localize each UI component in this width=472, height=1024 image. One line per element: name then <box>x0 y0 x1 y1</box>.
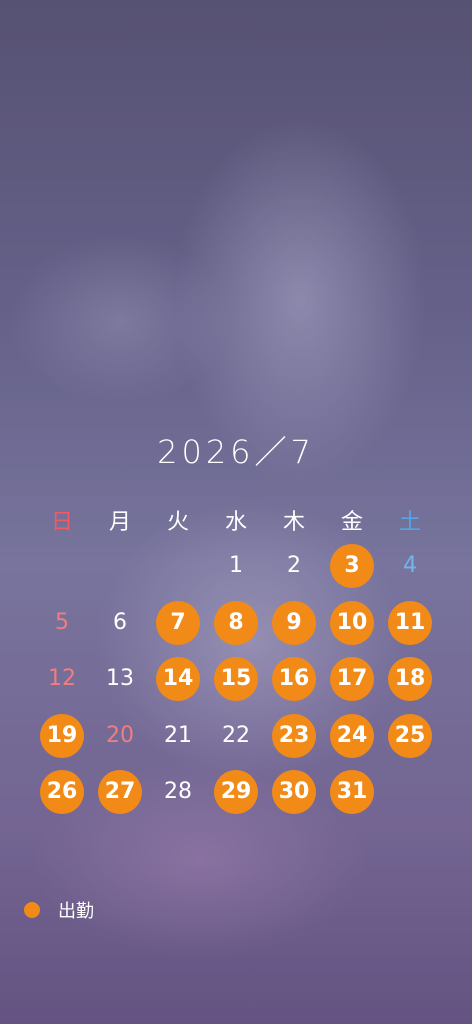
date-cell: 20 <box>91 708 149 765</box>
weekday-header: 日月火水木金土 <box>33 502 439 538</box>
week-row: 26 27 28 29 30 31 <box>33 764 439 821</box>
date-cell: 25 <box>381 708 439 765</box>
date-cell: 21 <box>149 708 207 765</box>
date-cell: 12 <box>33 651 91 708</box>
date-number: 12 <box>48 666 76 692</box>
work-day-marker: 31 <box>330 770 374 815</box>
work-day-marker: 10 <box>330 600 374 645</box>
weekday-cell: 金 <box>323 502 381 538</box>
work-day-marker: 15 <box>214 657 258 702</box>
weekday-label: 水 <box>224 510 247 535</box>
date-number: 20 <box>106 722 134 748</box>
weekday-label: 土 <box>398 510 421 535</box>
empty-cell <box>381 764 439 821</box>
date-cell: 31 <box>323 764 381 821</box>
date-cell: 10 <box>323 595 381 652</box>
date-cell: 30 <box>265 764 323 821</box>
date-number: 4 <box>403 553 417 579</box>
calendar-weeks: 1 2 3 4 5 6 7 8 9 10 11 12 13 14 15 16 17 18 19 20 21 22 23 24 2… <box>33 538 439 821</box>
date-cell: 29 <box>207 764 265 821</box>
work-day-marker: 29 <box>214 770 258 815</box>
weekday-label: 金 <box>340 510 363 535</box>
date-cell: 3 <box>323 538 381 595</box>
date-cell: 13 <box>91 651 149 708</box>
work-day-marker: 16 <box>272 657 316 702</box>
work-legend-dot <box>24 902 40 918</box>
work-day-marker: 7 <box>156 600 200 645</box>
date-cell: 5 <box>33 595 91 652</box>
weekday-label: 月 <box>108 510 131 535</box>
date-cell: 27 <box>91 764 149 821</box>
date-number: 13 <box>106 666 134 692</box>
work-day-marker: 24 <box>330 713 374 758</box>
weekday-label: 火 <box>166 510 189 535</box>
date-number: 1 <box>229 553 243 579</box>
date-cell: 4 <box>381 538 439 595</box>
work-legend-label: 出勤 <box>58 901 94 922</box>
date-cell: 1 <box>207 538 265 595</box>
date-number: 21 <box>164 722 192 748</box>
empty-cell <box>91 538 149 595</box>
weekday-cell: 木 <box>265 502 323 538</box>
work-day-marker: 3 <box>330 544 374 589</box>
week-row: 5 6 7 8 9 10 11 <box>33 595 439 652</box>
date-number: 22 <box>222 722 250 748</box>
weekday-cell: 土 <box>381 502 439 538</box>
date-cell: 22 <box>207 708 265 765</box>
date-cell: 11 <box>381 595 439 652</box>
work-day-marker: 30 <box>272 770 316 815</box>
work-day-marker: 18 <box>388 657 432 702</box>
date-number: 6 <box>113 609 127 635</box>
date-cell: 28 <box>149 764 207 821</box>
date-cell: 14 <box>149 651 207 708</box>
calendar-title: 2026／7 <box>157 433 315 471</box>
date-number: 2 <box>287 553 301 579</box>
date-cell: 16 <box>265 651 323 708</box>
date-cell: 2 <box>265 538 323 595</box>
date-cell: 19 <box>33 708 91 765</box>
date-cell: 9 <box>265 595 323 652</box>
week-row: 19 20 21 22 23 24 25 <box>33 708 439 765</box>
weekday-cell: 火 <box>149 502 207 538</box>
work-day-marker: 11 <box>388 600 432 645</box>
date-cell: 24 <box>323 708 381 765</box>
weekday-label: 日 <box>50 510 73 535</box>
weekday-cell: 日 <box>33 502 91 538</box>
weekday-cell: 月 <box>91 502 149 538</box>
work-day-marker: 19 <box>40 713 84 758</box>
date-cell: 18 <box>381 651 439 708</box>
empty-cell <box>149 538 207 595</box>
work-day-marker: 26 <box>40 770 84 815</box>
week-row: 12 13 14 15 16 17 18 <box>33 651 439 708</box>
date-cell: 6 <box>91 595 149 652</box>
date-cell: 15 <box>207 651 265 708</box>
work-day-marker: 25 <box>388 713 432 758</box>
date-cell: 23 <box>265 708 323 765</box>
week-row: 1 2 3 4 <box>33 538 439 595</box>
date-cell: 17 <box>323 651 381 708</box>
work-day-marker: 17 <box>330 657 374 702</box>
empty-cell <box>33 538 91 595</box>
work-day-marker: 9 <box>272 600 316 645</box>
work-day-marker: 27 <box>98 770 142 815</box>
weekday-label: 木 <box>282 510 305 535</box>
date-cell: 8 <box>207 595 265 652</box>
work-day-marker: 23 <box>272 713 316 758</box>
date-number: 5 <box>55 609 69 635</box>
calendar-grid: 日月火水木金土 1 2 3 4 5 6 7 8 9 10 11 12 13 14 15 16 17 18 19 20 2… <box>33 502 439 821</box>
weekday-cell: 水 <box>207 502 265 538</box>
date-cell: 7 <box>149 595 207 652</box>
work-day-marker: 14 <box>156 657 200 702</box>
date-cell: 26 <box>33 764 91 821</box>
date-number: 28 <box>164 779 192 805</box>
work-day-marker: 8 <box>214 600 258 645</box>
legend: 出勤 <box>24 898 94 922</box>
